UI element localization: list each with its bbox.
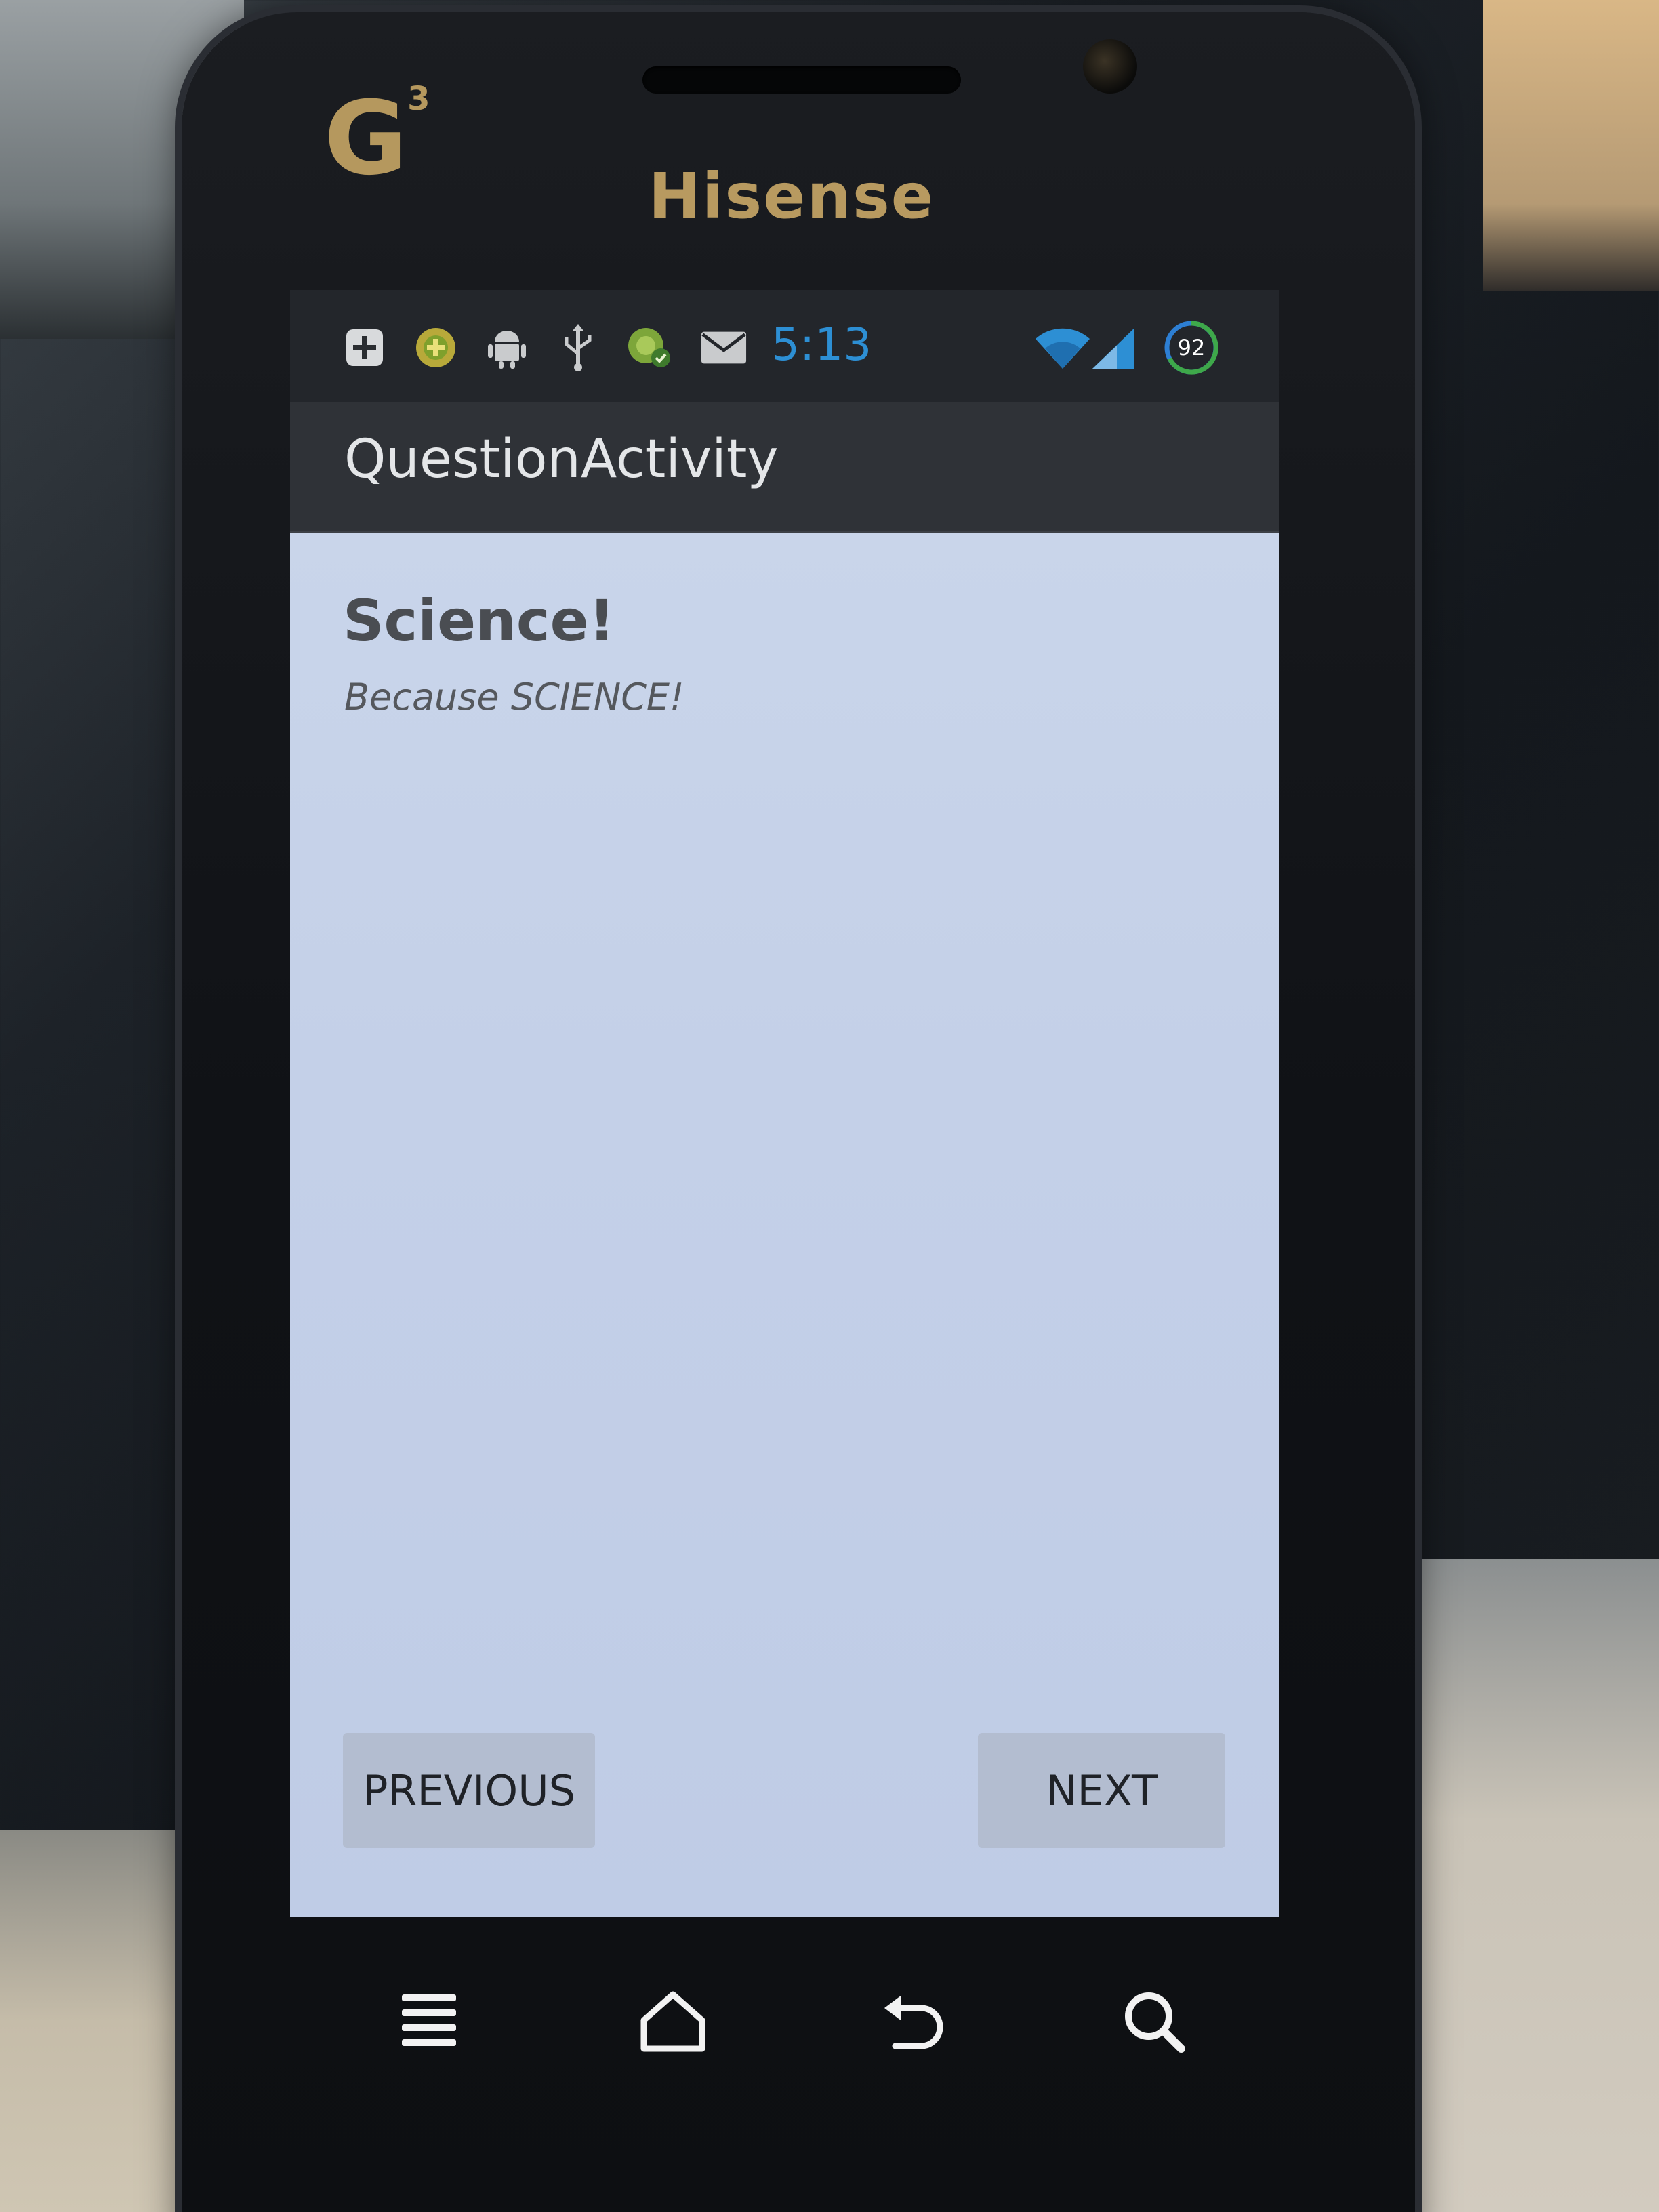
plus-notification-icon <box>341 324 388 371</box>
battery-icon: 92 <box>1161 321 1222 375</box>
question-title: Science! <box>343 588 615 654</box>
search-icon[interactable] <box>1110 1978 1198 2066</box>
previous-button[interactable]: PREVIOUS <box>343 1733 595 1848</box>
menu-icon[interactable] <box>385 1978 473 2066</box>
email-icon <box>700 324 747 371</box>
brand-logo: Hisense <box>648 160 935 232</box>
status-time: 5:13 <box>771 319 872 371</box>
sync-icon <box>626 324 673 371</box>
wifi-icon <box>1036 324 1090 371</box>
signal-icon <box>1090 324 1137 371</box>
battery-level: 92 <box>1178 335 1206 361</box>
status-bar: 5:13 92 <box>290 290 1279 402</box>
carrier-logo: G3 <box>324 80 430 198</box>
activity-title: QuestionActivity <box>344 429 779 490</box>
desk-background <box>1374 1559 1659 2212</box>
carrier-logo-sup: 3 <box>407 80 430 118</box>
question-content: Science! Because SCIENCE! PREVIOUS NEXT <box>290 533 1279 1917</box>
usb-icon <box>554 324 602 371</box>
front-camera <box>1083 39 1137 94</box>
back-icon[interactable] <box>869 1978 958 2066</box>
game-icon <box>412 324 459 371</box>
screen: 5:13 92 QuestionActivity Science! Becaus… <box>290 290 1279 1917</box>
next-button[interactable]: NEXT <box>978 1733 1225 1848</box>
action-bar: QuestionActivity <box>290 402 1279 533</box>
desk-background <box>1483 0 1659 291</box>
phone-body: G3 Hisense 5:13 92 QuestionActivity Scie… <box>182 12 1415 2212</box>
earpiece-speaker <box>642 66 961 94</box>
question-subtitle: Because SCIENCE! <box>344 676 684 718</box>
android-debug-icon <box>483 324 531 371</box>
carrier-logo-letter: G <box>324 80 408 198</box>
home-icon[interactable] <box>629 1978 717 2066</box>
